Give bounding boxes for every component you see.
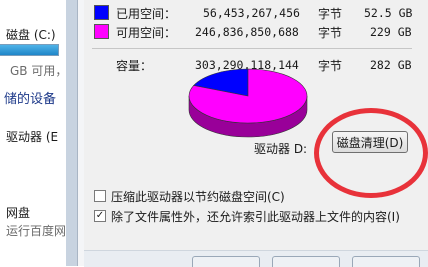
devices-section-label: 储的设备 [4, 92, 57, 107]
used-space-unit: 字节 [318, 7, 343, 21]
drive-c-free-text: GB 可用， [10, 64, 66, 78]
compress-drive-label[interactable]: 压缩此驱动器以节约磁盘空间(C) [111, 188, 285, 205]
drive-e-label[interactable]: 驱动器 (E [6, 128, 58, 145]
pie-top [188, 68, 308, 124]
used-space-bytes: 56,453,267,456 [203, 6, 300, 20]
ok-button[interactable] [192, 256, 260, 267]
highlight-circle-annotation [314, 108, 428, 198]
network-drive-subtext: 运行百度网 [6, 224, 66, 238]
apply-button[interactable] [352, 256, 420, 267]
used-space-size: 52.5 GB [364, 6, 413, 20]
used-space-swatch [94, 5, 109, 20]
free-space-unit: 字节 [318, 26, 343, 40]
index-contents-label[interactable]: 除了文件属性外，还允许索引此驱动器上文件的内容(I) [111, 208, 400, 225]
separator-line [92, 48, 412, 49]
capacity-size: 282 GB [370, 58, 412, 72]
drive-label: 驱动器 D: [254, 142, 308, 156]
drive-c-usage-bar [0, 44, 59, 56]
capacity-label: 容量： [116, 59, 153, 73]
network-drive-label[interactable]: 网盘 [6, 204, 30, 221]
used-space-label: 已用空间： [116, 7, 177, 21]
free-space-size: 229 GB [370, 25, 412, 39]
cancel-button[interactable] [272, 256, 340, 267]
free-space-label: 可用空间： [116, 26, 177, 40]
compress-drive-checkbox[interactable] [94, 190, 106, 202]
free-space-swatch [94, 24, 109, 39]
disk-usage-pie-chart [188, 68, 308, 138]
free-space-bytes: 246,836,850,688 [195, 25, 299, 39]
index-contents-checkbox[interactable]: ✓ [94, 210, 106, 222]
drive-c-label[interactable]: 磁盘 (C:) [6, 26, 56, 43]
background-explorer-window: 磁盘 (C:) GB 可用， 储的设备 驱动器 (E 网盘 运行百度网 [0, 0, 66, 266]
